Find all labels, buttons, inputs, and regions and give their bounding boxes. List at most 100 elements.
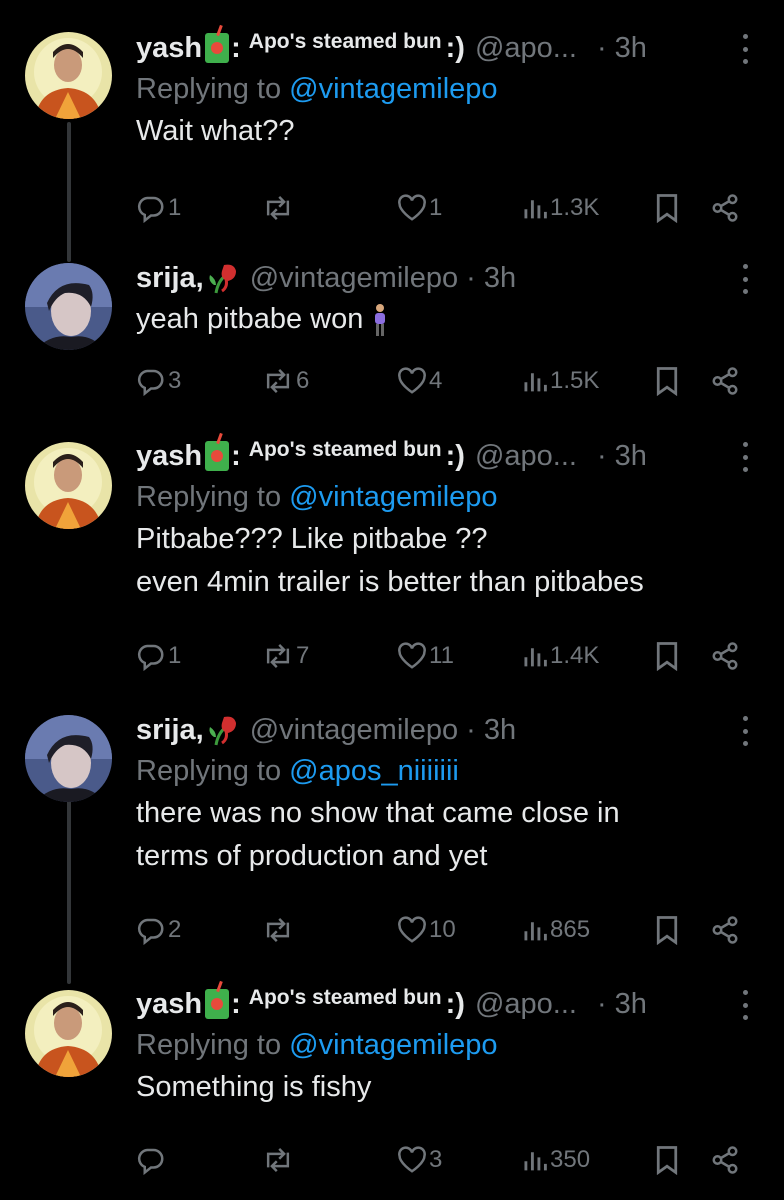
more-icon[interactable] [738, 716, 752, 746]
timestamp[interactable]: · 3h [597, 32, 647, 65]
repost-button[interactable] [262, 1140, 296, 1180]
share-button[interactable] [710, 188, 740, 228]
share-button[interactable] [710, 1140, 740, 1180]
view-count: 865 [550, 916, 591, 943]
share-icon [712, 916, 738, 944]
timestamp[interactable]: · 3h [597, 988, 647, 1021]
bookmark-icon [656, 1146, 678, 1175]
views-icon [524, 648, 547, 667]
replying-to-link[interactable]: @vintagemilepo [289, 1029, 497, 1061]
bookmark-button[interactable] [654, 188, 680, 228]
reply-button[interactable] [136, 1140, 168, 1180]
user-handle[interactable]: @apo... [475, 440, 577, 473]
display-name[interactable]: yash [136, 32, 202, 65]
repost-button[interactable] [262, 188, 296, 228]
tweet-actions: 3 350 [0, 1140, 784, 1180]
like-button[interactable]: 10 [397, 910, 456, 950]
reply-count: 1 [168, 642, 182, 669]
reply-button[interactable]: 1 [136, 636, 181, 676]
reply-button[interactable]: 3 [136, 361, 181, 401]
reply-icon [137, 369, 164, 396]
reply-button[interactable]: 2 [136, 910, 181, 950]
user-handle[interactable]: @apo... [475, 988, 577, 1021]
avatar[interactable] [25, 990, 112, 1077]
more-icon[interactable] [738, 34, 752, 64]
more-icon[interactable] [738, 264, 752, 294]
reply-count: 1 [168, 194, 182, 221]
avatar[interactable] [25, 715, 112, 802]
bookmark-button[interactable] [654, 1140, 680, 1180]
replying-to-link[interactable]: @vintagemilepo [289, 73, 497, 105]
repost-icon [266, 918, 290, 942]
bookmark-button[interactable] [654, 636, 680, 676]
juice-box-emoji [205, 989, 230, 1019]
like-button[interactable]: 11 [397, 636, 454, 676]
repost-button[interactable]: 6 [262, 361, 309, 401]
user-handle[interactable]: @vintagemilepo [250, 262, 458, 295]
bookmark-icon [656, 194, 678, 223]
views-icon [524, 922, 547, 941]
views-button[interactable]: 1.5K [522, 361, 599, 401]
views-button[interactable]: 1.3K [522, 188, 599, 228]
like-count: 1 [429, 194, 443, 221]
views-icon [524, 373, 547, 392]
heart-icon [398, 642, 426, 669]
replying-to-link[interactable]: @apos_niiiiiii [289, 755, 459, 787]
bookmark-button[interactable] [654, 910, 680, 950]
share-button[interactable] [710, 361, 740, 401]
user-handle[interactable]: @vintagemilepo [250, 714, 458, 747]
bookmark-icon [656, 642, 678, 671]
tweet-actions: 2 10 865 [0, 910, 784, 950]
views-icon [524, 1152, 547, 1171]
tweet-text: Wait what?? [136, 115, 295, 147]
more-icon[interactable] [738, 442, 752, 472]
repost-button[interactable]: 7 [262, 636, 309, 676]
display-name-suffix: Apo's steamed bun [248, 30, 442, 53]
heart-icon [398, 194, 426, 221]
tweet-header: srija, @vintagemilepo · 3h [136, 710, 764, 750]
tweet-header: srija, @vintagemilepo · 3h [136, 258, 764, 298]
timestamp[interactable]: · 3h [466, 262, 516, 295]
user-handle[interactable]: @apo... [475, 32, 577, 65]
reply-button[interactable]: 1 [136, 188, 181, 228]
display-name[interactable]: yash [136, 440, 202, 473]
like-button[interactable]: 4 [397, 361, 442, 401]
tweet-header: yash : Apo's steamed bun :) @apo... · 3h [136, 436, 764, 476]
share-button[interactable] [710, 636, 740, 676]
display-name-smile: :) [445, 987, 465, 1020]
repost-button[interactable] [262, 910, 296, 950]
display-name-smile: :) [445, 439, 465, 472]
tweet-actions: 3 6 4 1.5K [0, 361, 784, 401]
like-count: 4 [429, 367, 443, 394]
repost-icon [266, 196, 290, 220]
share-button[interactable] [710, 910, 740, 950]
bookmark-button[interactable] [654, 361, 680, 401]
replying-to-link[interactable]: @vintagemilepo [289, 481, 497, 513]
display-name[interactable]: srija, [136, 262, 204, 295]
repost-icon [266, 1148, 290, 1172]
views-button[interactable]: 350 [522, 1140, 590, 1180]
views-button[interactable]: 1.4K [522, 636, 599, 676]
display-name[interactable]: srija, [136, 714, 204, 747]
share-icon [712, 1146, 738, 1174]
avatar[interactable] [25, 263, 112, 350]
timestamp[interactable]: · 3h [597, 440, 647, 473]
like-button[interactable]: 3 [397, 1140, 442, 1180]
view-count: 1.3K [550, 194, 600, 221]
like-button[interactable]: 1 [397, 188, 442, 228]
tweet-header: yash : Apo's steamed bun :) @apo... · 3h [136, 28, 764, 68]
display-name[interactable]: yash [136, 988, 202, 1021]
bookmark-icon [656, 367, 678, 396]
person-standing-emoji [375, 304, 386, 337]
bookmark-icon [656, 916, 678, 945]
avatar[interactable] [25, 442, 112, 529]
reply-thread: yash : Apo's steamed bun :) @apo... · 3h… [0, 0, 784, 1200]
reply-count: 2 [168, 916, 182, 943]
tweet-text: there was no show that came close in ter… [136, 797, 620, 872]
thread-connector [67, 772, 71, 984]
display-name-suffix: Apo's steamed bun [248, 986, 442, 1009]
views-button[interactable]: 865 [522, 910, 590, 950]
timestamp[interactable]: · 3h [466, 714, 516, 747]
avatar[interactable] [25, 32, 112, 119]
more-icon[interactable] [738, 990, 752, 1020]
